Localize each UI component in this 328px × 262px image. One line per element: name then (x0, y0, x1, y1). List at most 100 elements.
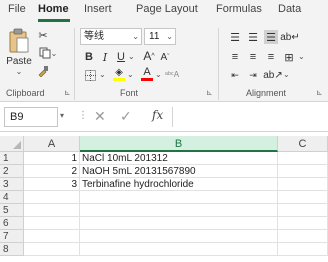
cell-b7[interactable] (80, 230, 278, 243)
row-header[interactable]: 6 (0, 217, 24, 230)
row-header[interactable]: 8 (0, 243, 24, 256)
fill-bucket-icon: ◈ (115, 66, 123, 78)
row-header[interactable]: 1 (0, 152, 24, 165)
ribbon-separator (218, 28, 219, 100)
decrease-font-icon[interactable]: Aˇ (158, 50, 172, 64)
format-painter-icon[interactable] (36, 64, 50, 78)
row-header[interactable]: 5 (0, 204, 24, 217)
cell-b3[interactable]: Terbinafine hydrochloride (80, 178, 278, 191)
cell-b1[interactable]: NaCl 10mL 201312 (80, 152, 278, 165)
tab-home[interactable]: Home (38, 3, 69, 15)
cancel-icon[interactable]: ✕ (94, 108, 106, 125)
tab-formulas[interactable]: Formulas (216, 3, 262, 15)
cell-c4[interactable] (278, 191, 328, 204)
tab-file[interactable]: File (8, 3, 26, 15)
cell-c2[interactable] (278, 165, 328, 178)
font-color-dropdown-icon[interactable]: ⌄ (155, 70, 162, 79)
cell-c8[interactable] (278, 243, 328, 256)
clipboard-launcher-icon[interactable]: ⊾ (64, 88, 71, 97)
underline-dropdown-icon[interactable]: ⌄ (128, 52, 135, 61)
cell-c7[interactable] (278, 230, 328, 243)
formula-bar: B9 ▾ ⋮ ✕ ✓ fx (0, 102, 328, 132)
cell-b8[interactable] (80, 243, 278, 256)
cell-a1[interactable]: 1 (24, 152, 80, 165)
font-color-button[interactable]: A (140, 66, 154, 82)
select-all-corner[interactable] (0, 136, 24, 152)
borders-button[interactable] (82, 68, 98, 82)
cell-c1[interactable] (278, 152, 328, 165)
fill-color-bar (113, 77, 125, 81)
italic-button[interactable]: I (98, 50, 112, 64)
align-center-icon[interactable]: ≡ (246, 50, 260, 64)
paste-label: Paste (6, 56, 32, 67)
cell-c6[interactable] (278, 217, 328, 230)
orientation-icon[interactable]: ab↗ (263, 68, 283, 82)
menu-bar: File Home Insert Page Layout Formulas Da… (0, 0, 328, 22)
underline-button[interactable]: U (114, 50, 128, 64)
font-name-select[interactable]: 等线 ⌄ (80, 28, 142, 45)
paste-button[interactable]: Paste ⌄ (6, 28, 32, 86)
format-painter-svg (38, 66, 48, 77)
font-group-label: Font (120, 88, 139, 98)
row-header[interactable]: 7 (0, 230, 24, 243)
row-header[interactable]: 4 (0, 191, 24, 204)
column-header-a[interactable]: A (24, 136, 80, 152)
alignment-launcher-icon[interactable]: ⊾ (316, 88, 323, 97)
font-size-select[interactable]: 11 ⌄ (144, 28, 176, 45)
align-bottom-icon[interactable]: ☰ (264, 30, 278, 44)
font-size-value: 11 (149, 31, 160, 42)
increase-font-icon[interactable]: A ^ (142, 48, 156, 64)
cell-b4[interactable] (80, 191, 278, 204)
copy-button[interactable]: ⌄ (36, 46, 60, 60)
merge-dropdown-icon[interactable]: ⌄ (298, 52, 305, 61)
name-box[interactable]: B9 (4, 107, 58, 127)
copy-icon (39, 47, 51, 59)
column-header-b[interactable]: B (80, 136, 278, 152)
align-middle-icon[interactable]: ☰ (246, 30, 260, 44)
borders-dropdown-icon[interactable]: ⌄ (99, 70, 106, 79)
insert-function-icon[interactable]: fx (152, 108, 163, 122)
enter-icon[interactable]: ✓ (120, 108, 132, 125)
copy-dropdown-icon: ⌄ (50, 48, 58, 58)
fill-color-dropdown-icon[interactable]: ⌄ (127, 70, 134, 79)
decrease-indent-icon[interactable]: ⇤ (228, 68, 242, 82)
align-top-icon[interactable]: ☰ (228, 30, 242, 44)
tab-page-layout[interactable]: Page Layout (136, 3, 198, 15)
paste-dropdown-icon: ⌄ (15, 67, 23, 76)
cell-c3[interactable] (278, 178, 328, 191)
formula-bar-dots-icon: ⋮ (78, 110, 88, 121)
font-launcher-icon[interactable]: ⊾ (206, 88, 213, 97)
align-left-icon[interactable]: ≡ (228, 50, 242, 64)
fill-color-button[interactable]: ◈ (112, 66, 126, 82)
ribbon-separator (74, 28, 75, 100)
cut-icon[interactable]: ✂ (36, 28, 50, 42)
formula-input[interactable] (172, 107, 328, 127)
cell-a7[interactable] (24, 230, 80, 243)
cell-a8[interactable] (24, 243, 80, 256)
align-right-icon[interactable]: ≡ (264, 50, 278, 64)
bold-button[interactable]: B (82, 50, 96, 64)
cell-a5[interactable] (24, 204, 80, 217)
cell-a3[interactable]: 3 (24, 178, 80, 191)
orientation-dropdown-icon[interactable]: ⌄ (283, 70, 290, 79)
cell-a4[interactable] (24, 191, 80, 204)
wrap-text-icon[interactable]: ab↵ (280, 30, 300, 44)
row-header[interactable]: 2 (0, 165, 24, 178)
tab-data[interactable]: Data (278, 3, 301, 15)
cell-b2[interactable]: NaOH 5mL 20131567890 (80, 165, 278, 178)
name-box-dropdown-icon[interactable]: ▾ (60, 111, 64, 120)
row-header[interactable]: 3 (0, 178, 24, 191)
tab-insert[interactable]: Insert (84, 3, 112, 15)
cell-a6[interactable] (24, 217, 80, 230)
column-header-c[interactable]: C (278, 136, 328, 152)
clipboard-group-label: Clipboard (6, 88, 45, 98)
increase-indent-icon[interactable]: ⇥ (246, 68, 260, 82)
cell-b5[interactable] (80, 204, 278, 217)
merge-center-icon[interactable]: ⊞ (282, 50, 296, 64)
cell-a2[interactable]: 2 (24, 165, 80, 178)
phonetic-guide-icon[interactable]: ᵃᵇᶜA (163, 66, 181, 82)
paste-icon (9, 28, 29, 53)
cell-b6[interactable] (80, 217, 278, 230)
borders-icon (84, 69, 96, 81)
cell-c5[interactable] (278, 204, 328, 217)
